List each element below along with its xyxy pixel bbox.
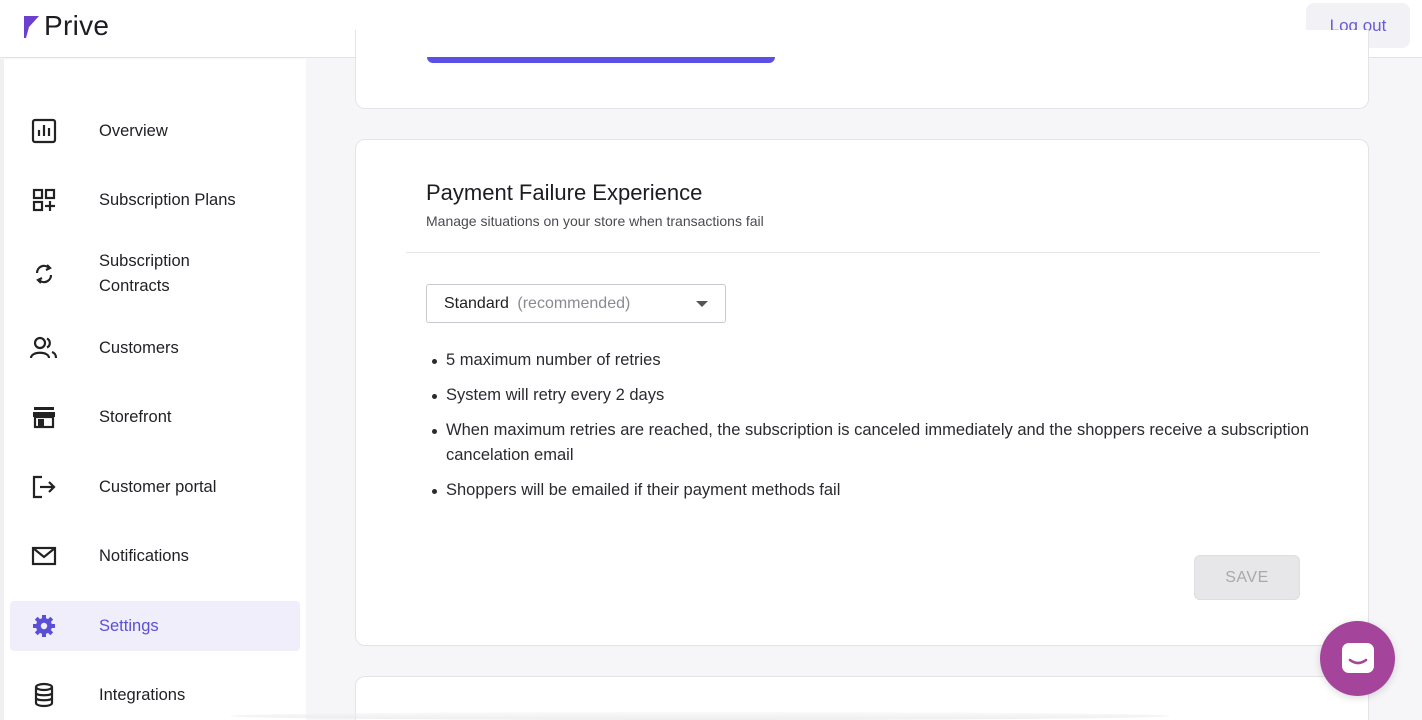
list-item: 5 maximum number of retries <box>432 348 1312 373</box>
sidebar-item-label: Storefront <box>99 407 172 426</box>
payment-failure-card: Payment Failure Experience Manage situat… <box>355 139 1369 646</box>
section-title: Payment Failure Experience <box>426 180 703 205</box>
sidebar-item-label: Customer portal <box>99 477 217 496</box>
store-icon <box>28 401 60 433</box>
mail-icon <box>28 540 60 572</box>
previous-settings-card <box>355 30 1369 109</box>
sidebar-item-settings[interactable]: Settings <box>10 601 300 651</box>
select-value-text: Standard <box>444 295 509 312</box>
select-value: Standard (recommended) <box>444 295 630 313</box>
section-subtitle: Manage situations on your store when tra… <box>426 213 764 229</box>
sidebar-item-label: Subscription Contracts <box>99 252 190 295</box>
sidebar-item-label: Subscription Plans <box>99 190 236 209</box>
users-icon <box>28 332 60 364</box>
sync-icon <box>28 258 60 290</box>
list-item: When maximum retries are reached, the su… <box>432 418 1312 468</box>
prive-logo[interactable]: Prive <box>22 10 109 42</box>
sidebar-item-label: Overview <box>99 121 168 140</box>
sidebar-item-storefront[interactable]: Storefront <box>10 392 300 442</box>
list-item: System will retry every 2 days <box>432 383 1312 408</box>
chat-launcher-button[interactable] <box>1320 621 1395 696</box>
sidebar-item-notifications[interactable]: Notifications <box>10 531 300 581</box>
grid-add-icon <box>28 184 60 216</box>
sidebar-item-label: Settings <box>99 616 159 635</box>
sidebar-item-label: Notifications <box>99 546 189 565</box>
database-icon <box>28 679 60 711</box>
sidebar: Overview Subscription Plans Subscription… <box>0 59 306 720</box>
sidebar-item-subscription-contracts[interactable]: Subscription Contracts <box>10 249 300 299</box>
sidebar-item-label: Integrations <box>99 685 186 704</box>
logout-arrow-icon <box>28 471 60 503</box>
sidebar-item-customers[interactable]: Customers <box>10 323 300 373</box>
logo-mark-icon <box>24 16 39 38</box>
sidebar-item-subscription-plans[interactable]: Subscription Plans <box>10 175 300 225</box>
chat-icon <box>1341 642 1374 673</box>
select-hint: (recommended) <box>517 295 631 312</box>
gear-icon <box>28 610 60 642</box>
primary-button-edge[interactable] <box>427 57 775 63</box>
list-item: Shoppers will be emailed if their paymen… <box>432 478 1312 503</box>
app-name: Prive <box>44 10 110 41</box>
sidebar-item-overview[interactable]: Overview <box>10 106 300 156</box>
divider <box>406 252 1320 253</box>
sidebar-item-customer-portal[interactable]: Customer portal <box>10 462 300 512</box>
chevron-down-icon <box>696 301 708 307</box>
save-button[interactable]: SAVE <box>1194 555 1300 600</box>
scroll-shadow <box>230 712 1170 720</box>
retry-policy-select[interactable]: Standard (recommended) <box>426 284 726 323</box>
sidebar-item-label: Customers <box>99 338 179 357</box>
policy-details-list: 5 maximum number of retries System will … <box>432 348 1312 513</box>
sidebar-item-integrations[interactable]: Integrations <box>10 670 300 720</box>
chart-icon <box>28 115 60 147</box>
